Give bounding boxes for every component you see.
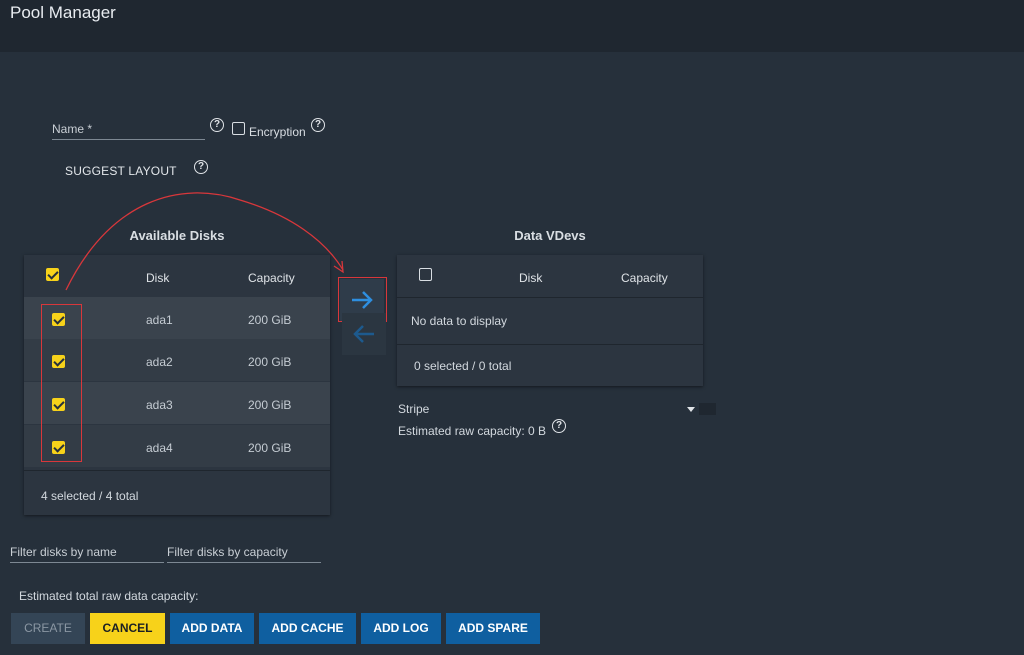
data-vdevs-title: Data VDevs	[514, 228, 586, 243]
layout-select-extra	[699, 403, 716, 415]
empty-message: No data to display	[411, 314, 508, 328]
column-header-disk[interactable]: Disk	[519, 271, 542, 285]
add-spare-button[interactable]: ADD SPARE	[446, 613, 540, 644]
filter-by-capacity-input[interactable]: Filter disks by capacity	[167, 541, 321, 563]
caret-down-icon[interactable]	[687, 407, 695, 412]
cancel-button[interactable]: CANCEL	[90, 613, 165, 644]
divider	[397, 297, 703, 298]
filter-by-name-input[interactable]: Filter disks by name	[10, 541, 164, 563]
select-all-checkbox[interactable]	[419, 268, 432, 281]
estimated-raw-capacity: Estimated raw capacity: 0 B	[398, 424, 547, 438]
data-vdevs-table: Disk Capacity No data to display 0 selec…	[397, 255, 703, 386]
create-button[interactable]: CREATE	[11, 613, 85, 644]
selection-count: 0 selected / 0 total	[414, 359, 512, 373]
layout-select[interactable]: Stripe	[398, 402, 429, 416]
divider	[397, 344, 703, 345]
help-icon[interactable]: ?	[552, 419, 566, 433]
add-log-button[interactable]: ADD LOG	[361, 613, 441, 644]
add-cache-button[interactable]: ADD CACHE	[259, 613, 356, 644]
column-header-capacity[interactable]: Capacity	[621, 271, 668, 285]
add-data-button[interactable]: ADD DATA	[170, 613, 254, 644]
estimated-total-capacity: Estimated total raw data capacity:	[19, 589, 199, 603]
